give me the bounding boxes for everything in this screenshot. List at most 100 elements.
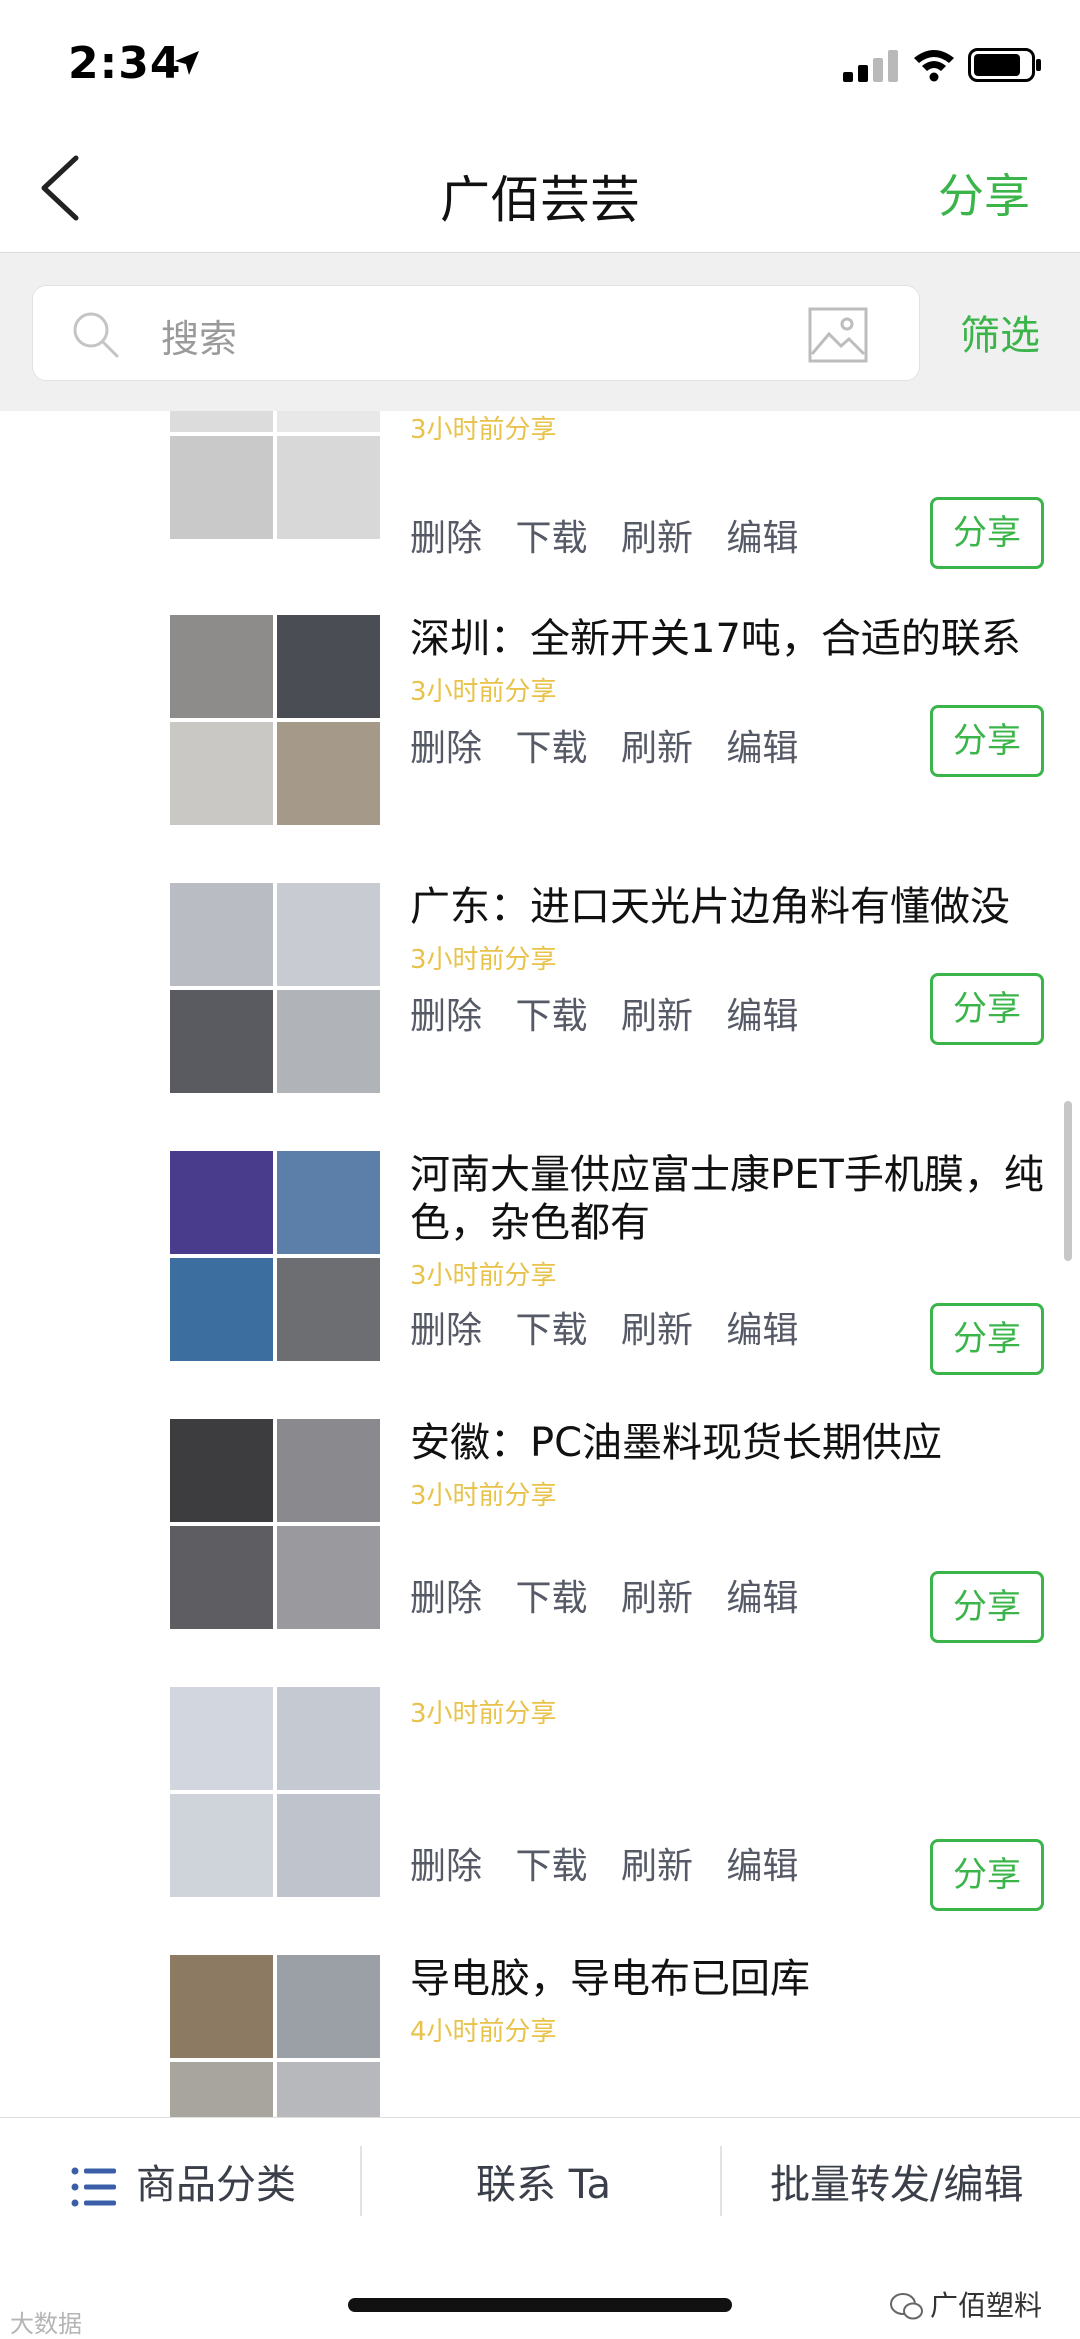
delete-button[interactable]: 删除 bbox=[410, 987, 482, 1039]
delete-button[interactable]: 删除 bbox=[410, 1569, 482, 1621]
search-icon bbox=[73, 312, 119, 358]
thumbnail-image bbox=[170, 615, 273, 718]
search-input[interactable]: 搜索 bbox=[32, 285, 920, 381]
list-item: 导电胶，导电布已回库 4小时前分享 bbox=[0, 1955, 1080, 2117]
refresh-button[interactable]: 刷新 bbox=[621, 509, 693, 561]
thumbnail-grid[interactable] bbox=[170, 883, 380, 1093]
thumbnail-image bbox=[277, 1526, 380, 1629]
thumbnail-image bbox=[170, 1794, 273, 1897]
item-share-button[interactable]: 分享 bbox=[930, 497, 1044, 569]
image-search-icon[interactable] bbox=[807, 304, 869, 366]
thumbnail-grid[interactable] bbox=[170, 1419, 380, 1629]
list-item: 河南大量供应富士康PET手机膜，纯色，杂色都有 3小时前分享 删除 下载 刷新 … bbox=[0, 1151, 1080, 1419]
item-actions: 删除 下载 刷新 编辑 bbox=[410, 987, 820, 1047]
share-feed: 3小时前分享 删除 下载 刷新 编辑 分享 深圳：全新开关17吨，合适的联系 3… bbox=[0, 411, 1080, 2117]
header-share-button[interactable]: 分享 bbox=[938, 160, 1030, 226]
share-time: 3小时前分享 bbox=[410, 1261, 557, 1291]
thumbnail-image bbox=[170, 436, 273, 539]
item-actions: 删除 下载 刷新 编辑 bbox=[410, 509, 820, 569]
item-actions: 删除 下载 刷新 编辑 bbox=[410, 1837, 820, 1897]
edit-button[interactable]: 编辑 bbox=[726, 1569, 798, 1621]
download-button[interactable]: 下载 bbox=[515, 1569, 587, 1621]
thumbnail-grid[interactable] bbox=[170, 1955, 380, 2117]
delete-button[interactable]: 删除 bbox=[410, 1837, 482, 1889]
download-button[interactable]: 下载 bbox=[515, 719, 587, 771]
search-placeholder: 搜索 bbox=[161, 317, 238, 361]
item-title: 安徽：PC油墨料现货长期供应 bbox=[410, 1420, 943, 1466]
watermark-right: 广佰塑料 bbox=[890, 2284, 1042, 2324]
thumbnail-image bbox=[277, 1955, 380, 2058]
thumbnail-image bbox=[170, 1687, 273, 1790]
share-time: 3小时前分享 bbox=[410, 1481, 557, 1511]
edit-button[interactable]: 编辑 bbox=[726, 719, 798, 771]
item-title: 导电胶，导电布已回库 bbox=[410, 1956, 810, 2002]
refresh-button[interactable]: 刷新 bbox=[621, 987, 693, 1039]
toolbar-divider bbox=[720, 2146, 722, 2216]
edit-button[interactable]: 编辑 bbox=[726, 987, 798, 1039]
download-button[interactable]: 下载 bbox=[515, 1301, 587, 1353]
thumbnail-image bbox=[170, 2062, 273, 2117]
contact-button[interactable]: 联系 Ta bbox=[476, 2152, 611, 2222]
item-share-button[interactable]: 分享 bbox=[930, 973, 1044, 1045]
list-item: 安徽：PC油墨料现货长期供应 3小时前分享 删除 下载 刷新 编辑 分享 bbox=[0, 1419, 1080, 1687]
edit-button[interactable]: 编辑 bbox=[726, 1837, 798, 1889]
watermark-right-text: 广佰塑料 bbox=[930, 2289, 1043, 2322]
location-arrow-icon bbox=[175, 51, 199, 75]
thumbnail-grid[interactable] bbox=[170, 615, 380, 825]
status-bar: 2:34 bbox=[0, 0, 1080, 120]
thumbnail-image bbox=[170, 722, 273, 825]
home-indicator[interactable] bbox=[348, 2298, 732, 2312]
refresh-button[interactable]: 刷新 bbox=[621, 1569, 693, 1621]
thumbnail-image bbox=[170, 1151, 273, 1254]
scroll-indicator[interactable] bbox=[1064, 1101, 1072, 1261]
thumbnail-image bbox=[170, 1419, 273, 1522]
edit-button[interactable]: 编辑 bbox=[726, 509, 798, 561]
delete-button[interactable]: 删除 bbox=[410, 509, 482, 561]
category-label: 商品分类 bbox=[136, 2162, 296, 2208]
item-title: 深圳：全新开关17吨，合适的联系 bbox=[410, 616, 1021, 662]
batch-forward-edit-button[interactable]: 批量转发/编辑 bbox=[770, 2152, 1023, 2222]
wechat-icon bbox=[890, 2293, 923, 2320]
status-time: 2:34 bbox=[68, 38, 182, 89]
watermark-left: 大数据 bbox=[10, 2310, 82, 2338]
share-time: 3小时前分享 bbox=[410, 677, 557, 707]
thumbnail-image bbox=[277, 722, 380, 825]
item-title: 广东：进口天光片边角料有懂做没 bbox=[410, 884, 1010, 930]
item-share-button[interactable]: 分享 bbox=[930, 1571, 1044, 1643]
share-time: 3小时前分享 bbox=[410, 1699, 557, 1729]
download-button[interactable]: 下载 bbox=[515, 1837, 587, 1889]
item-share-button[interactable]: 分享 bbox=[930, 705, 1044, 777]
page-title: 广佰芸芸 bbox=[440, 171, 640, 229]
item-title: 河南大量供应富士康PET手机膜，纯色，杂色都有 bbox=[410, 1152, 1044, 1246]
thumbnail-image bbox=[277, 1151, 380, 1254]
refresh-button[interactable]: 刷新 bbox=[621, 1837, 693, 1889]
thumbnail-image bbox=[277, 615, 380, 718]
thumbnail-image bbox=[277, 1258, 380, 1361]
thumbnail-image bbox=[170, 411, 273, 432]
thumbnail-image bbox=[277, 1419, 380, 1522]
item-actions: 删除 下载 刷新 编辑 bbox=[410, 1301, 820, 1361]
edit-button[interactable]: 编辑 bbox=[726, 1301, 798, 1353]
thumbnail-image bbox=[170, 990, 273, 1093]
delete-button[interactable]: 删除 bbox=[410, 719, 482, 771]
thumbnail-image bbox=[277, 1687, 380, 1790]
nav-bar: 广佰芸芸 分享 bbox=[0, 120, 1080, 253]
download-button[interactable]: 下载 bbox=[515, 509, 587, 561]
thumbnail-grid[interactable] bbox=[170, 1687, 380, 1897]
list-item: 广东：进口天光片边角料有懂做没 3小时前分享 删除 下载 刷新 编辑 分享 bbox=[0, 883, 1080, 1151]
thumbnail-grid[interactable] bbox=[170, 1151, 380, 1361]
filter-button[interactable]: 筛选 bbox=[960, 303, 1040, 361]
item-share-button[interactable]: 分享 bbox=[930, 1303, 1044, 1375]
refresh-button[interactable]: 刷新 bbox=[621, 719, 693, 771]
refresh-button[interactable]: 刷新 bbox=[621, 1301, 693, 1353]
delete-button[interactable]: 删除 bbox=[410, 1301, 482, 1353]
item-share-button[interactable]: 分享 bbox=[930, 1839, 1044, 1911]
share-time: 3小时前分享 bbox=[410, 415, 557, 445]
toolbar-divider bbox=[360, 2146, 362, 2216]
download-button[interactable]: 下载 bbox=[515, 987, 587, 1039]
share-time: 3小时前分享 bbox=[410, 945, 557, 975]
battery-icon bbox=[968, 48, 1041, 82]
item-actions: 删除 下载 刷新 编辑 bbox=[410, 1569, 820, 1629]
category-button[interactable]: 商品分类 bbox=[70, 2152, 296, 2222]
thumbnail-grid[interactable] bbox=[170, 411, 380, 539]
